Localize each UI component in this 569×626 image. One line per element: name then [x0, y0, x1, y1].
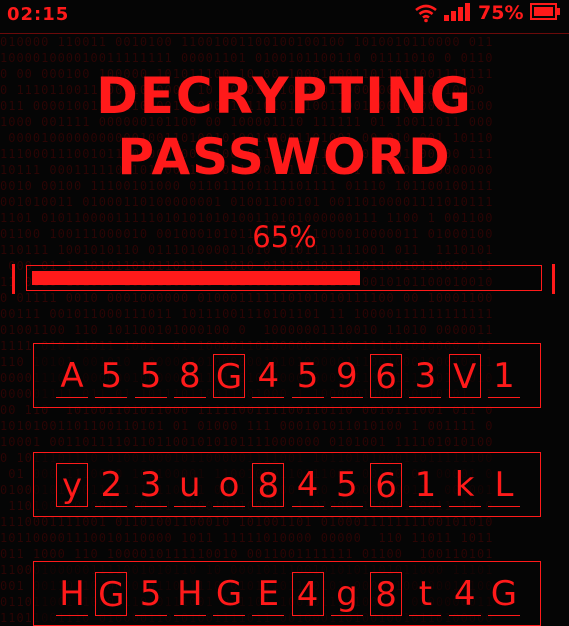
code-char: H [173, 572, 206, 616]
code-char: u [173, 463, 206, 507]
status-bar: 02:15 75% [0, 0, 569, 34]
code-row-2: y23uo84561kL [33, 452, 541, 517]
code-char: E [252, 572, 285, 616]
code-char: 3 [409, 354, 442, 398]
code-char: L [487, 463, 520, 507]
code-char: 1 [409, 463, 442, 507]
code-char: 3 [134, 463, 167, 507]
code-char: G [213, 572, 246, 616]
code-char: 4 [291, 571, 324, 616]
code-char: A [56, 354, 88, 398]
code-char: 6 [370, 353, 403, 398]
signal-icon [444, 3, 470, 21]
code-char: V [448, 353, 481, 398]
progress-bar-fill [32, 271, 360, 285]
code-char: 4 [252, 354, 285, 398]
code-char: 4 [291, 463, 324, 507]
title-line-1: DECRYPTING [96, 67, 473, 125]
progress-bar [26, 265, 542, 291]
code-char: 5 [291, 354, 324, 398]
code-char: o [213, 463, 246, 507]
code-char: 6 [370, 462, 403, 507]
code-char: 2 [95, 463, 128, 507]
code-char: 5 [95, 354, 128, 398]
code-char: 5 [330, 463, 363, 507]
progress-bar-right-cap [552, 264, 555, 294]
code-char: G [213, 353, 246, 398]
code-char: 8 [370, 571, 403, 616]
code-char: 4 [448, 572, 481, 616]
code-char: G [487, 572, 520, 616]
code-char: k [448, 463, 481, 507]
progress-bar-left-cap [12, 264, 15, 294]
code-row-3: HG5HGE4g8t4G [33, 561, 541, 626]
code-char: 1 [487, 354, 520, 398]
clock: 02:15 [7, 4, 70, 25]
code-char: 8 [173, 354, 206, 398]
wifi-icon [415, 4, 437, 23]
code-char: 9 [330, 354, 363, 398]
code-char: 5 [134, 354, 167, 398]
code-char: t [409, 572, 442, 616]
code-row-1: A558G45963V1 [33, 343, 541, 408]
battery-icon [530, 3, 560, 20]
progress-percent: 65% [252, 220, 317, 254]
code-char: G [95, 571, 128, 616]
code-char: g [330, 572, 363, 616]
code-char: 5 [134, 572, 167, 616]
title-line-2: PASSWORD [117, 128, 452, 186]
code-char: 8 [252, 462, 285, 507]
battery-percent: 75% [478, 2, 524, 24]
code-char: H [56, 572, 88, 616]
code-char: y [56, 462, 88, 507]
